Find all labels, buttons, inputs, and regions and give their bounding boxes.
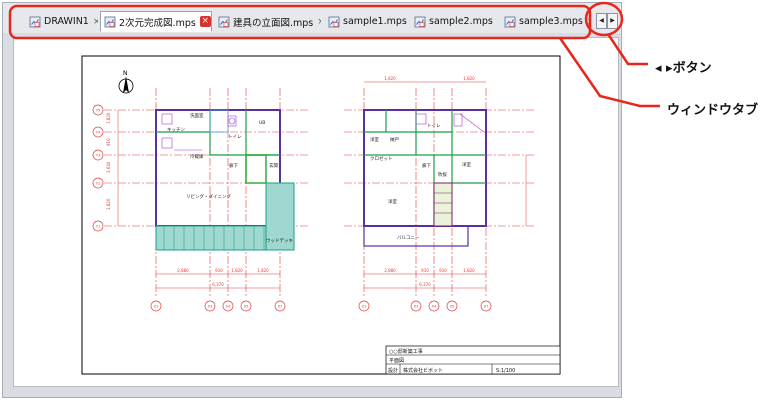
room-label: トイレ bbox=[228, 135, 242, 140]
title-block-scale: S:1/100 bbox=[496, 368, 515, 374]
drawing-file-icon bbox=[104, 16, 116, 27]
tab-drawin1[interactable]: DRAWIN1 × bbox=[25, 12, 99, 31]
grid-label: Y4 bbox=[96, 131, 101, 135]
callout-tabs-label: ウィンドウタブ bbox=[667, 103, 759, 118]
room-label: 吹抜 bbox=[438, 171, 447, 178]
tab-label: DRAWIN1 bbox=[44, 16, 89, 27]
drawing-file-icon bbox=[29, 16, 41, 27]
dimension-label: 1,820 bbox=[231, 268, 243, 273]
grid-label: X1 bbox=[362, 305, 367, 309]
dimension-label: 1,820 bbox=[257, 268, 269, 273]
title-block: ○○邸新築工事 平面図 設計 株式会社ビボット S:1/100 bbox=[385, 345, 561, 375]
dimension-label: 2,880 bbox=[384, 268, 396, 273]
room-label: クロゼット bbox=[370, 155, 393, 162]
grid-label: X7 bbox=[278, 305, 283, 309]
tab-scroll-buttons: ◀ ▶ bbox=[596, 13, 618, 29]
room-label: 洋室 bbox=[370, 136, 379, 143]
grid-label: Y3 bbox=[96, 154, 100, 158]
dimension-label: 910 bbox=[439, 268, 447, 273]
dimension-label: 6,370 bbox=[419, 282, 431, 287]
dimension-label: 1,820 bbox=[463, 76, 475, 81]
grid-label: X5 bbox=[450, 305, 455, 309]
dimension-label: 1,820 bbox=[106, 198, 111, 210]
drawing-file-icon bbox=[504, 16, 516, 27]
tab-sample2[interactable]: sample2.mps × bbox=[410, 12, 498, 31]
grid-label: X4 bbox=[226, 305, 231, 309]
dimension-label: 3,640 bbox=[106, 161, 111, 173]
room-label: 洋室 bbox=[388, 198, 397, 205]
grid-label: X5 bbox=[244, 305, 249, 309]
room-label: 洗面室 bbox=[190, 112, 204, 119]
drawing-canvas: N 洗面室 トイレ キッチン UB 廊下 冷蔵庫 玄関 リビング・ダイニング ウ… bbox=[81, 55, 561, 375]
tab-close-icon[interactable]: × bbox=[93, 17, 98, 27]
dimension-label: 1,820 bbox=[106, 112, 111, 124]
room-label: 洋室 bbox=[462, 161, 471, 168]
drawing-workspace[interactable]: N 洗面室 トイレ キッチン UB 廊下 冷蔵庫 玄関 リビング・ダイニング ウ… bbox=[13, 37, 619, 387]
grid-label: Y5 bbox=[96, 109, 100, 113]
room-label: トイレ bbox=[427, 124, 441, 129]
tab-2d-complete-drawing[interactable]: 2次元完成図.mps × bbox=[100, 11, 212, 32]
room-label: バルコニー bbox=[397, 235, 420, 241]
dimension-label: 6,370 bbox=[212, 282, 224, 287]
tab-label: 建具の立面図.mps bbox=[233, 17, 314, 29]
tab-label: sample3.mps bbox=[519, 16, 583, 27]
drawing-sheet-border bbox=[81, 55, 561, 375]
drawing-file-icon bbox=[414, 16, 426, 27]
grid-label: X7 bbox=[484, 305, 489, 309]
dimension-label: 910 bbox=[215, 268, 223, 273]
drawing-file-icon bbox=[218, 16, 230, 27]
tab-close-icon[interactable]: × bbox=[317, 17, 321, 27]
dimension-label: 910 bbox=[106, 138, 111, 146]
room-label: 廊下 bbox=[229, 162, 238, 169]
title-block-designer: 株式会社ビボット bbox=[403, 367, 443, 374]
scroll-left-button[interactable]: ◀ bbox=[596, 13, 607, 29]
grid-label: X3 bbox=[208, 305, 213, 309]
title-block-project: ○○邸新築工事 bbox=[389, 348, 423, 355]
tab-close-icon[interactable]: × bbox=[199, 16, 211, 27]
room-label: キッチン bbox=[167, 127, 185, 133]
tab-close-icon[interactable]: × bbox=[587, 17, 591, 27]
dimension-label: 910 bbox=[421, 268, 429, 273]
room-label: 玄関 bbox=[269, 162, 278, 169]
window-tab-bar: DRAWIN1× 2次元完成図.mps× 建具の立面図.mps× sample1… bbox=[3, 3, 621, 33]
tab-fittings-elevation[interactable]: 建具の立面図.mps× bbox=[214, 12, 322, 31]
room-label: 納戸 bbox=[390, 136, 399, 143]
north-mark-label: N bbox=[123, 70, 128, 77]
grid-label: X4 bbox=[432, 305, 437, 309]
tab-label: 2次元完成図.mps bbox=[119, 17, 196, 29]
room-label: UB bbox=[259, 120, 265, 126]
dimension-label: 1,820 bbox=[463, 268, 475, 273]
app-window: DRAWIN1× 2次元完成図.mps× 建具の立面図.mps× sample1… bbox=[2, 2, 622, 398]
dimension-label: 2,880 bbox=[177, 268, 189, 273]
scroll-right-button[interactable]: ▶ bbox=[607, 13, 618, 29]
callout-buttons-label: ◂ ▸ボタン bbox=[655, 61, 712, 76]
title-block-designer-label: 設計 bbox=[388, 367, 398, 374]
grid-label: Y1 bbox=[96, 225, 100, 229]
tab-sample1[interactable]: sample1.mps× bbox=[324, 12, 408, 31]
grid-label: X3 bbox=[414, 305, 419, 309]
dimension-label: 1,820 bbox=[384, 76, 396, 81]
room-label: ウッドデッキ bbox=[266, 237, 293, 244]
grid-label: X1 bbox=[154, 305, 159, 309]
tab-label: sample1.mps bbox=[343, 16, 407, 27]
title-block-drawing-name: 平面図 bbox=[389, 358, 404, 364]
room-label: 冷蔵庫 bbox=[190, 153, 204, 160]
room-label: 廊下 bbox=[422, 162, 431, 169]
drawing-file-icon bbox=[328, 16, 340, 27]
grid-label: Y2 bbox=[96, 182, 100, 186]
tab-sample3[interactable]: sample3.mps × bbox=[500, 12, 592, 31]
room-label: リビング・ダイニング bbox=[186, 193, 231, 200]
tab-close-icon[interactable]: × bbox=[497, 17, 498, 27]
tab-label: sample2.mps bbox=[429, 16, 493, 27]
